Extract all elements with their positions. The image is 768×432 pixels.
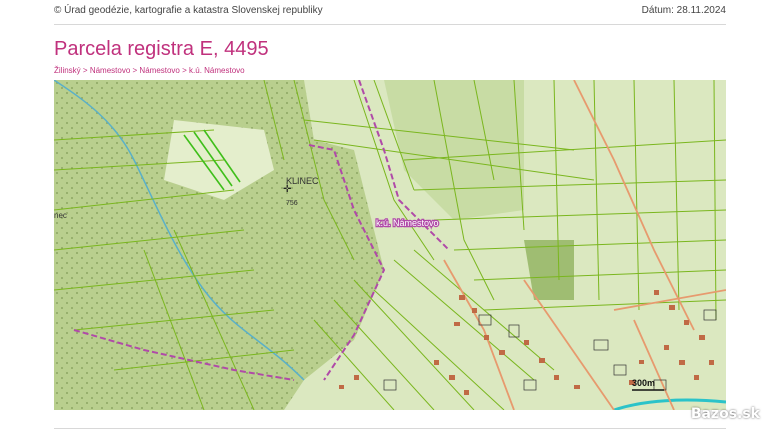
date-text: Dátum: 28.11.2024 xyxy=(641,5,726,16)
breadcrumb-item-municipality[interactable]: Námestovo xyxy=(139,66,179,75)
breadcrumb-item-region[interactable]: Žilinský xyxy=(54,66,81,75)
map-canvas[interactable]: ✛ KLINEC 756 k.ú. Námestovo nec 300m xyxy=(54,80,726,410)
watermark: Bazos.sk xyxy=(690,406,760,422)
page-title: Parcela registra E, 4495 xyxy=(54,38,269,60)
partial-place-label: nec xyxy=(54,211,67,220)
hill-elevation-label: 756 xyxy=(286,200,298,207)
hill-name-label: KLINEC xyxy=(286,176,319,186)
copyright-text: © Úrad geodézie, kartografie a katastra … xyxy=(54,5,323,16)
cadastral-map[interactable]: ✛ KLINEC 756 k.ú. Námestovo nec 300m xyxy=(54,80,726,410)
cadastral-area-label: k.ú. Námestovo xyxy=(376,218,439,228)
breadcrumb-item-cadastral-area[interactable]: k.ú. Námestovo xyxy=(189,66,245,75)
breadcrumb-item-district[interactable]: Námestovo xyxy=(90,66,130,75)
breadcrumb: Žilinský > Námestovo > Námestovo > k.ú. … xyxy=(54,66,245,75)
top-bar: © Úrad geodézie, kartografie a katastra … xyxy=(54,0,726,25)
breadcrumb-separator: > xyxy=(132,66,138,75)
breadcrumb-separator: > xyxy=(182,66,187,75)
scale-label: 300m xyxy=(632,378,655,388)
breadcrumb-separator: > xyxy=(82,66,88,75)
divider xyxy=(54,428,726,429)
